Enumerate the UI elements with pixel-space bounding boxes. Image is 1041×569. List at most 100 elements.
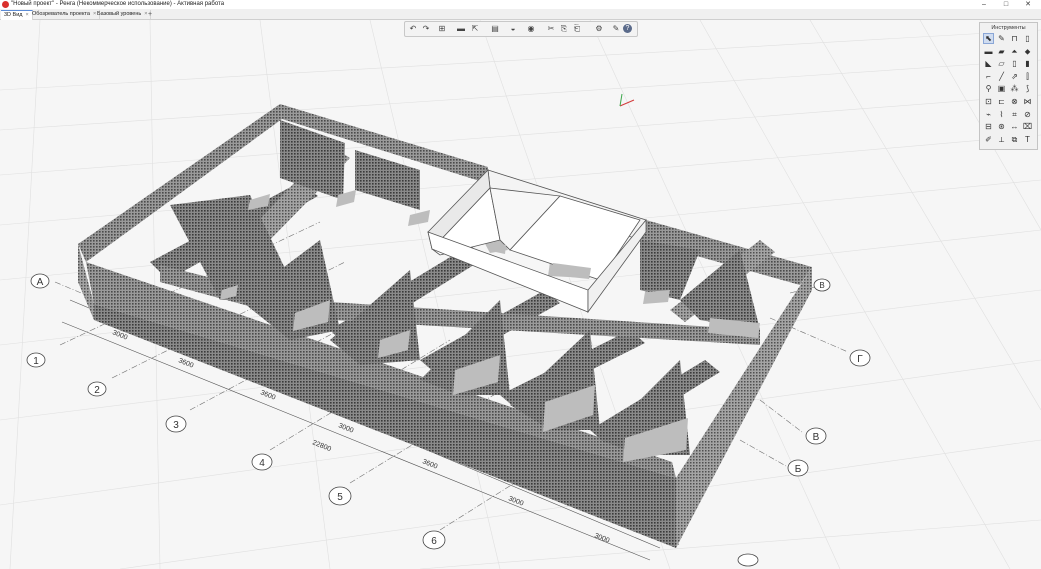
- redo-icon[interactable]: ↷: [420, 23, 432, 35]
- grid-axis-label: 2: [94, 385, 100, 396]
- brush-icon[interactable]: ✎: [996, 33, 1007, 44]
- grid-axis-label: 1: [33, 356, 39, 367]
- text-icon[interactable]: T: [1022, 134, 1033, 145]
- tab-label: Обозреватель проекта: [32, 11, 90, 17]
- model-canvas[interactable]: 3000 3600 3600 3000 22800 3600 3000 3000…: [0, 20, 1041, 569]
- select-icon[interactable]: ⬉: [983, 33, 994, 44]
- visibility-icon[interactable]: ◉: [525, 23, 537, 35]
- views-icon[interactable]: ⊞: [436, 23, 448, 35]
- window-icon[interactable]: ▮: [1022, 58, 1033, 69]
- tab-base-level[interactable]: Базовый уровень ×: [94, 10, 152, 19]
- paste-icon[interactable]: ⎗: [571, 23, 583, 35]
- layers-icon[interactable]: ◒: [507, 23, 519, 35]
- slab-icon[interactable]: ▰: [996, 46, 1007, 57]
- door-icon[interactable]: ▯: [1009, 58, 1020, 69]
- main-toolbar: ↶ ↷ ⊞ ▬ ⇱ ▤ ◒ ◉ ✂ ⎘ ⎗ ⚙ ✎ ?: [404, 21, 638, 37]
- levels-icon[interactable]: ▤: [489, 23, 501, 35]
- model-icon[interactable]: ⧉: [1009, 134, 1020, 145]
- app-logo-icon: [2, 1, 9, 8]
- mesh-icon[interactable]: ⌗: [1009, 109, 1020, 120]
- equipment-icon[interactable]: ⚲: [983, 83, 994, 94]
- floor-icon[interactable]: ▱: [996, 58, 1007, 69]
- tools-palette: Инструменты ⬉ ✎ ⊓ ▯ ▬ ▰ ⏶ ⬥ ◣ ▱ ▯ ▮ ⌐ ╱ ⇗ ⫿ ⚲ ▣ ⁂ ⟆ ⊡ ⊏ ⊗ ⋈ ⌁ ⌇ ⌗ ⊘…: [979, 22, 1038, 150]
- hatch-icon[interactable]: ⁂: [1009, 83, 1020, 94]
- column-icon[interactable]: ▯: [1022, 33, 1033, 44]
- ramp-icon[interactable]: ⇗: [1009, 71, 1020, 82]
- tab-close-icon[interactable]: ×: [144, 11, 147, 17]
- valve-icon[interactable]: ⋈: [1022, 96, 1033, 107]
- dimension-label: 3000: [593, 532, 610, 544]
- railing-icon[interactable]: ⫿: [1022, 71, 1033, 82]
- add-tab-button[interactable]: +: [148, 10, 152, 19]
- maximize-button[interactable]: □: [995, 0, 1017, 9]
- close-button[interactable]: ✕: [1017, 0, 1039, 9]
- dimension-label: 3600: [421, 458, 438, 470]
- grid-axis-bubble: Г: [849, 349, 871, 367]
- tab-label: 3D Вид: [4, 12, 23, 18]
- grid-axis-bubble: В: [813, 278, 831, 292]
- tab-3d-view[interactable]: 3D Вид ×: [1, 10, 33, 20]
- grid-axis-label: В: [819, 281, 824, 290]
- title-bar: "Новый проект" - Ренга (Некоммерческое и…: [0, 0, 1041, 9]
- tab-project-browser[interactable]: Обозреватель проекта ×: [29, 10, 101, 19]
- pin-icon[interactable]: ⬥: [1022, 46, 1033, 57]
- grid-axis-label: 3: [173, 420, 179, 431]
- pipe-icon[interactable]: ⟆: [1022, 83, 1033, 94]
- roof-icon[interactable]: ⏶: [1009, 46, 1020, 57]
- section-icon[interactable]: ⊟: [983, 121, 994, 132]
- duct-icon[interactable]: ⊡: [983, 96, 994, 107]
- room-icon[interactable]: ▣: [996, 83, 1007, 94]
- cut-icon[interactable]: ✂: [545, 23, 557, 35]
- grid-axis-bubble: [737, 553, 759, 567]
- grid-axis-bubble: Б: [787, 459, 809, 477]
- dimension-label: 3000: [337, 422, 354, 434]
- minimize-button[interactable]: –: [973, 0, 995, 9]
- grid-axis-label: В: [813, 432, 820, 443]
- route-icon[interactable]: ⌁: [983, 109, 994, 120]
- dimension-label: 22800: [311, 439, 332, 453]
- white-room-block: [427, 169, 647, 314]
- tools-icon[interactable]: ✎: [610, 23, 622, 35]
- 3d-viewport[interactable]: 3000 3600 3600 3000 22800 3600 3000 3000…: [0, 20, 1041, 569]
- elevation-icon[interactable]: ⊛: [996, 121, 1007, 132]
- grid-axis-bubble: А: [30, 273, 50, 289]
- dimension-icon[interactable]: ↔: [1009, 121, 1020, 132]
- plate-icon[interactable]: ◣: [983, 58, 994, 69]
- palette-title: Инструменты: [991, 25, 1026, 31]
- grid-axis-bubble: 6: [422, 530, 446, 550]
- grid-axis-label: Г: [857, 354, 863, 365]
- measure-icon[interactable]: ⟂: [996, 134, 1007, 145]
- save-icon[interactable]: ▬: [455, 23, 467, 35]
- copy-icon[interactable]: ⎘: [558, 23, 570, 35]
- dimension-label: 3600: [177, 357, 194, 369]
- undo-icon[interactable]: ↶: [407, 23, 419, 35]
- wall-icon[interactable]: ⊓: [1009, 33, 1020, 44]
- grid-axis-label: 5: [337, 492, 343, 503]
- label-icon[interactable]: ⌧: [1022, 121, 1033, 132]
- grid-axis-bubble: 1: [26, 352, 46, 368]
- grid-axis-label: 6: [431, 536, 437, 547]
- help-icon[interactable]: ?: [623, 24, 632, 33]
- grid-axis-label: А: [37, 277, 44, 288]
- tab-label: Базовый уровень: [97, 11, 142, 17]
- window-title: "Новый проект" - Ренга (Некоммерческое и…: [11, 1, 225, 7]
- grid-axis-label: 4: [259, 458, 265, 469]
- grid-axis-bubble: В: [805, 427, 827, 445]
- export-icon[interactable]: ⇱: [469, 23, 481, 35]
- settings-icon[interactable]: ⚙: [593, 23, 605, 35]
- beam-icon[interactable]: ▬: [983, 46, 994, 57]
- grid-axis-bubble: 2: [87, 381, 107, 397]
- fixture-icon[interactable]: ⊗: [1009, 96, 1020, 107]
- axis-triad: [619, 93, 635, 107]
- grid-axis-label: Б: [795, 464, 802, 475]
- stair-icon[interactable]: ⌐: [983, 71, 994, 82]
- axis-icon[interactable]: ⊘: [1022, 109, 1033, 120]
- line-icon[interactable]: ╱: [996, 71, 1007, 82]
- grid-axis-bubble: 5: [328, 486, 352, 506]
- rebar-icon[interactable]: ⌇: [996, 109, 1007, 120]
- note-icon[interactable]: ✐: [983, 134, 994, 145]
- fitting-icon[interactable]: ⊏: [996, 96, 1007, 107]
- building-model: [78, 104, 812, 548]
- document-tab-bar: 3D Вид × Обозреватель проекта × Базовый ур…: [0, 9, 1041, 20]
- dimension-label: 3600: [259, 389, 276, 401]
